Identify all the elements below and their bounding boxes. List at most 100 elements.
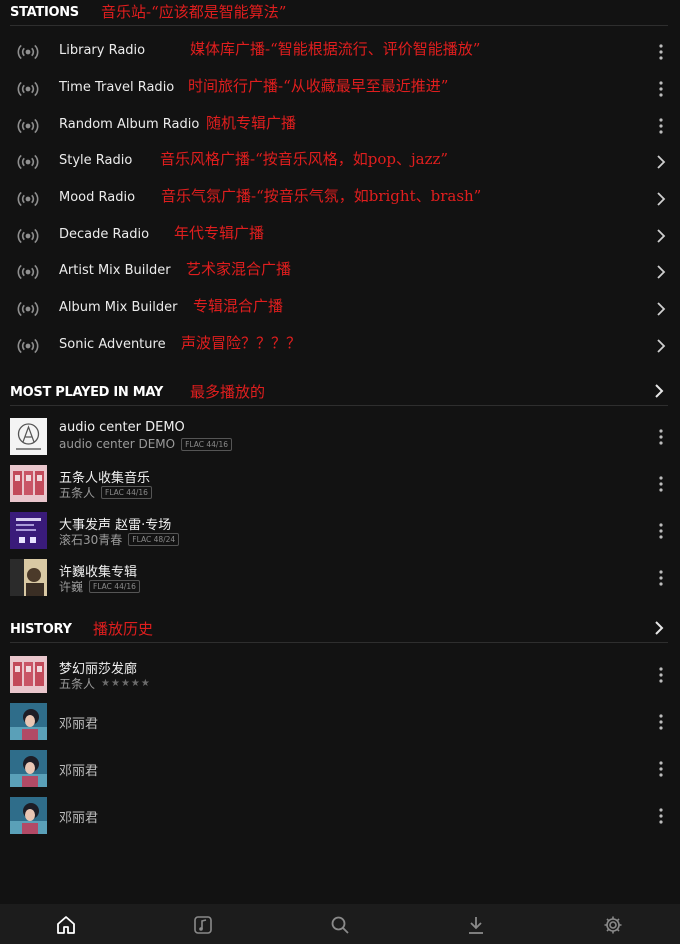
format-badge: FLAC 44/16 bbox=[89, 580, 140, 593]
album-artist: 许巍 bbox=[59, 580, 84, 594]
album-item[interactable]: 大事发声 赵雷·专场 滚石30青春 FLAC 48/24 bbox=[0, 509, 680, 553]
music-note-icon[interactable] bbox=[192, 914, 214, 936]
album-artist: 滚石30青春 bbox=[59, 533, 123, 547]
station-label: Style Radio bbox=[59, 153, 133, 168]
album-cover bbox=[10, 750, 47, 787]
chevron-right-icon[interactable] bbox=[652, 620, 666, 636]
stations-annotation: 音乐站-“应该都是智能算法” bbox=[101, 3, 287, 21]
album-cover bbox=[10, 656, 47, 693]
download-icon[interactable] bbox=[465, 914, 487, 936]
album-cover bbox=[10, 703, 47, 740]
album-cover bbox=[10, 418, 47, 455]
chevron-right-icon[interactable] bbox=[654, 337, 668, 355]
station-label: Artist Mix Builder bbox=[59, 263, 171, 278]
divider bbox=[10, 25, 668, 26]
radio-broadcast-icon bbox=[16, 79, 40, 99]
album-subtitle: 五条人 FLAC 44/16 bbox=[59, 484, 152, 501]
album-subtitle: 滚石30青春 FLAC 48/24 bbox=[59, 531, 180, 548]
track-title: 邓丽君 bbox=[59, 764, 99, 779]
station-label: Random Album Radio bbox=[59, 117, 200, 132]
track-title: 邓丽君 bbox=[59, 811, 99, 826]
more-options-icon[interactable] bbox=[654, 522, 668, 540]
station-item[interactable]: Decade Radio 年代专辑广播 bbox=[0, 218, 680, 254]
station-annotation: 艺术家混合广播 bbox=[186, 260, 292, 278]
chevron-right-icon[interactable] bbox=[654, 263, 668, 281]
gear-icon[interactable] bbox=[602, 914, 624, 936]
chevron-right-icon[interactable] bbox=[654, 190, 668, 208]
station-annotation: 音乐气氛广播-“按音乐气氛，如bright、brash” bbox=[161, 187, 482, 205]
album-cover bbox=[10, 465, 47, 502]
more-options-icon[interactable] bbox=[654, 428, 668, 446]
more-options-icon[interactable] bbox=[654, 713, 668, 731]
album-item[interactable]: audio center DEMO audio center DEMO FLAC 4… bbox=[0, 415, 680, 459]
more-options-icon[interactable] bbox=[654, 80, 668, 98]
radio-broadcast-icon bbox=[16, 299, 40, 319]
album-cover bbox=[10, 797, 47, 834]
album-item[interactable]: 五条人收集音乐 五条人 FLAC 44/16 bbox=[0, 462, 680, 506]
track-title: 邓丽君 bbox=[59, 717, 99, 732]
chevron-right-icon[interactable] bbox=[654, 153, 668, 171]
station-item[interactable]: Random Album Radio 随机专辑广播 bbox=[0, 108, 680, 144]
history-annotation: 播放历史 bbox=[93, 620, 154, 638]
more-options-icon[interactable] bbox=[654, 807, 668, 825]
more-options-icon[interactable] bbox=[654, 569, 668, 587]
station-annotation: 年代专辑广播 bbox=[174, 224, 265, 242]
more-options-icon[interactable] bbox=[654, 43, 668, 61]
station-annotation: 音乐风格广播-“按音乐风格，如pop、jazz” bbox=[160, 150, 449, 168]
radio-broadcast-icon bbox=[16, 336, 40, 356]
most-played-header[interactable]: MOST PLAYED IN MAY 最多播放的 bbox=[0, 381, 680, 406]
track-artist: 五条人 bbox=[59, 677, 96, 691]
history-header[interactable]: HISTORY 播放历史 bbox=[0, 618, 680, 643]
format-badge: FLAC 44/16 bbox=[181, 437, 233, 451]
radio-broadcast-icon bbox=[16, 42, 40, 62]
divider bbox=[10, 642, 668, 643]
album-cover bbox=[10, 512, 47, 549]
track-subtitle: 五条人 ★★★★★ bbox=[59, 675, 151, 692]
station-label: Mood Radio bbox=[59, 190, 136, 205]
rating-stars[interactable]: ★★★★★ bbox=[101, 678, 151, 689]
album-subtitle: 许巍 FLAC 44/16 bbox=[59, 578, 140, 595]
station-annotation: 随机专辑广播 bbox=[206, 114, 297, 132]
more-options-icon[interactable] bbox=[654, 760, 668, 778]
search-icon[interactable] bbox=[329, 914, 351, 936]
radio-broadcast-icon bbox=[16, 116, 40, 136]
station-item[interactable]: Time Travel Radio 时间旅行广播-“从收藏最早至最近推进” bbox=[0, 71, 680, 107]
history-item[interactable]: 邓丽君 bbox=[0, 700, 680, 744]
station-annotation: 时间旅行广播-“从收藏最早至最近推进” bbox=[188, 77, 449, 95]
station-item[interactable]: Album Mix Builder 专辑混合广播 bbox=[0, 291, 680, 327]
chevron-right-icon[interactable] bbox=[654, 227, 668, 245]
divider bbox=[10, 405, 668, 406]
history-title: HISTORY bbox=[10, 622, 72, 637]
station-item[interactable]: Style Radio 音乐风格广播-“按音乐风格，如pop、jazz” bbox=[0, 144, 680, 180]
bottom-navigation bbox=[0, 904, 680, 944]
chevron-right-icon[interactable] bbox=[654, 300, 668, 318]
chevron-right-icon[interactable] bbox=[652, 383, 666, 399]
format-badge: FLAC 44/16 bbox=[101, 486, 152, 499]
album-title: audio center DEMO bbox=[59, 420, 185, 435]
history-item[interactable]: 邓丽君 bbox=[0, 794, 680, 838]
station-label: Album Mix Builder bbox=[59, 300, 178, 315]
album-artist: 五条人 bbox=[59, 486, 96, 500]
more-options-icon[interactable] bbox=[654, 666, 668, 684]
history-item[interactable]: 梦幻丽莎发廊 五条人 ★★★★★ bbox=[0, 653, 680, 697]
station-label: Sonic Adventure bbox=[59, 337, 166, 352]
history-item[interactable]: 邓丽君 bbox=[0, 747, 680, 791]
album-subtitle: audio center DEMO FLAC 44/16 bbox=[59, 437, 233, 451]
station-item[interactable]: Artist Mix Builder 艺术家混合广播 bbox=[0, 254, 680, 290]
album-artist: audio center DEMO bbox=[59, 437, 176, 451]
stations-title: STATIONS bbox=[10, 5, 79, 20]
home-icon[interactable] bbox=[55, 914, 77, 936]
more-options-icon[interactable] bbox=[654, 117, 668, 135]
radio-broadcast-icon bbox=[16, 262, 40, 282]
station-item[interactable]: Mood Radio 音乐气氛广播-“按音乐气氛，如bright、brash” bbox=[0, 181, 680, 217]
station-item[interactable]: Sonic Adventure 声波冒险？？？？ bbox=[0, 328, 680, 364]
more-options-icon[interactable] bbox=[654, 475, 668, 493]
station-annotation: 声波冒险？？？？ bbox=[181, 334, 302, 352]
format-badge: FLAC 48/24 bbox=[128, 533, 180, 546]
station-label: Time Travel Radio bbox=[59, 80, 175, 95]
radio-broadcast-icon bbox=[16, 226, 40, 246]
station-item[interactable]: Library Radio 媒体库广播-“智能根据流行、评价智能播放” bbox=[0, 34, 680, 70]
radio-broadcast-icon bbox=[16, 152, 40, 172]
album-item[interactable]: 许巍收集专辑 许巍 FLAC 44/16 bbox=[0, 556, 680, 600]
radio-broadcast-icon bbox=[16, 189, 40, 209]
